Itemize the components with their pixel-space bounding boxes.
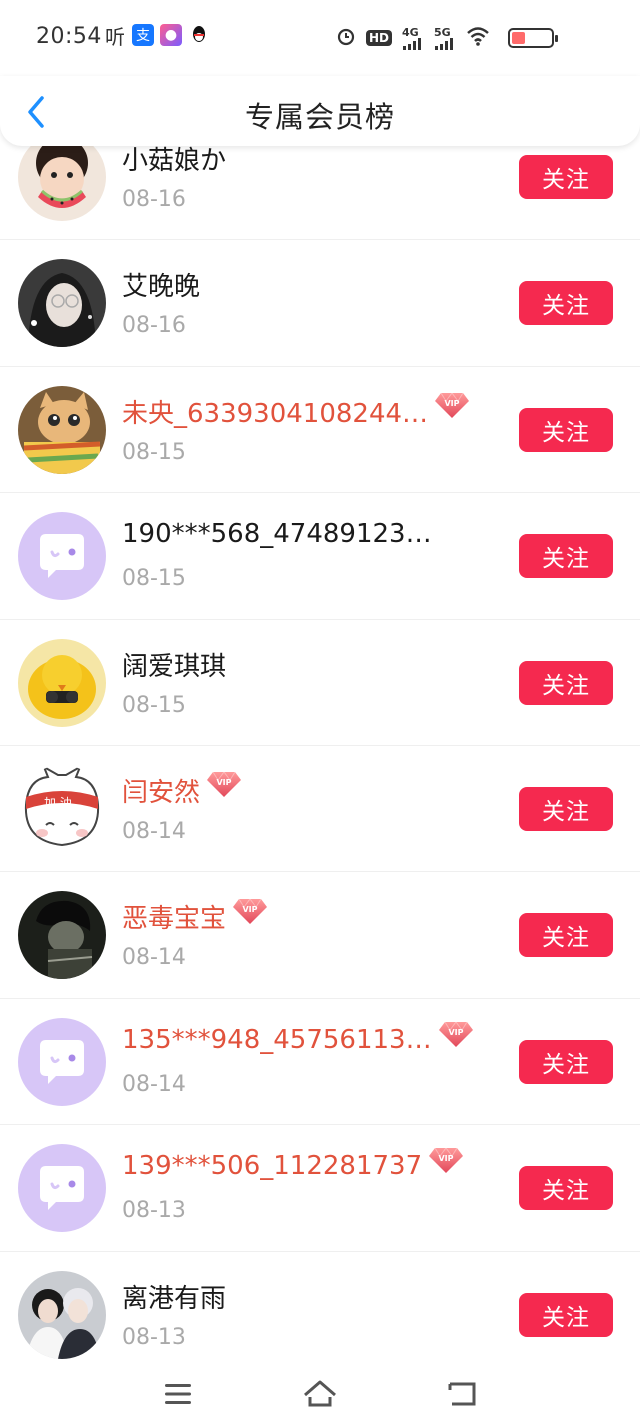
member-date: 08-16 [122, 313, 186, 339]
member-name: 离港有雨 [122, 1283, 227, 1314]
follow-button[interactable]: 关注 [519, 407, 613, 452]
avatar[interactable] [18, 133, 106, 221]
member-name-line: 艾晚晚 [122, 266, 200, 303]
battery-icon: 4 [508, 28, 558, 48]
member-date: 08-15 [122, 692, 186, 718]
member-list: 小菇娘か 08-16 关注 艾晚晚 08-16 关注 未央_6339304108244… VI… [0, 114, 640, 1378]
4g-label: 4G [402, 25, 419, 39]
member-name-line: 190***568_47489123… [122, 519, 432, 549]
follow-button[interactable]: 关注 [519, 1166, 613, 1211]
follow-button[interactable]: 关注 [519, 913, 613, 958]
member-date: 08-13 [122, 1324, 186, 1350]
5g-label: 5G [434, 25, 451, 39]
avatar[interactable] [18, 385, 106, 474]
svg-text:VIP: VIP [217, 778, 232, 787]
follow-button[interactable]: 关注 [519, 155, 613, 199]
member-row[interactable]: 恶毒宝宝 VIP 08-14 关注 [0, 872, 640, 999]
member-date: 08-14 [122, 945, 186, 971]
member-name-line: 135***948_45756113… VIP [122, 1020, 474, 1055]
member-name: 艾晚晚 [122, 272, 201, 303]
vip-diamond-icon: VIP [206, 770, 242, 798]
member-name-line: 离港有雨 [122, 1278, 226, 1315]
member-row[interactable]: 加 油 闫安然 VIP 08-14 关注 [0, 746, 640, 873]
member-name: 未央_6339304108244… [122, 398, 429, 429]
member-name-line: 恶毒宝宝 VIP [122, 898, 268, 935]
follow-button[interactable]: 关注 [519, 786, 613, 831]
back-icon[interactable] [442, 1374, 482, 1414]
member-name: 恶毒宝宝 [122, 904, 227, 935]
follow-button[interactable]: 关注 [519, 1039, 613, 1084]
svg-text:VIP: VIP [439, 1154, 454, 1163]
follow-button[interactable]: 关注 [519, 534, 613, 579]
member-name-line: 未央_6339304108244… VIP [122, 391, 470, 430]
vip-diamond-icon: VIP [428, 1146, 464, 1174]
alarm-icon [336, 26, 356, 50]
avatar[interactable] [18, 1017, 106, 1106]
status-time: 20:54 [36, 24, 102, 49]
4g-signal-icon: 4G [402, 27, 424, 50]
5g-signal-icon: 5G [434, 27, 456, 50]
page-header: 专属会员榜 [0, 76, 640, 146]
member-row[interactable]: 阔爱琪琪 08-15 关注 [0, 620, 640, 746]
member-date: 08-14 [122, 818, 186, 844]
system-navbar [0, 1360, 640, 1428]
member-date: 08-15 [122, 566, 186, 592]
follow-button[interactable]: 关注 [519, 660, 613, 705]
member-row[interactable]: 190***568_47489123… 08-15 关注 [0, 493, 640, 620]
home-icon[interactable] [300, 1374, 340, 1414]
svg-text:VIP: VIP [448, 1028, 463, 1037]
vip-diamond-icon: VIP [232, 897, 268, 925]
avatar[interactable] [18, 259, 106, 348]
status-left-icons: 听 支 ● [104, 24, 210, 49]
member-name: 190***568_47489123… [122, 519, 432, 550]
member-name: 139***506_112281737 [122, 1151, 423, 1182]
avatar[interactable] [18, 512, 106, 601]
member-date: 08-13 [122, 1198, 186, 1224]
alipay-icon: 支 [132, 24, 154, 46]
ting-icon: 听 [105, 24, 125, 49]
avatar[interactable] [18, 891, 106, 980]
member-row[interactable]: 离港有雨 08-13 关注 [0, 1252, 640, 1378]
app-icon: ● [160, 24, 182, 46]
follow-button[interactable]: 关注 [519, 281, 613, 326]
page-title: 专属会员榜 [244, 100, 395, 134]
svg-text:VIP: VIP [445, 399, 460, 408]
vip-diamond-icon: VIP [438, 1020, 474, 1048]
member-name-line: 闫安然 VIP [122, 770, 242, 809]
member-name-line: 阔爱琪琪 [122, 646, 226, 683]
avatar[interactable] [18, 1270, 106, 1359]
avatar[interactable] [18, 1144, 106, 1233]
member-row[interactable]: 未央_6339304108244… VIP 08-15 关注 [0, 367, 640, 494]
member-row[interactable]: 139***506_112281737 VIP 08-13 关注 [0, 1125, 640, 1252]
menu-icon[interactable] [158, 1374, 198, 1414]
hd-icon: HD [365, 30, 392, 46]
wifi-icon [466, 26, 490, 50]
qq-icon [188, 24, 210, 46]
member-name: 阔爱琪琪 [122, 651, 227, 682]
svg-text:加 油: 加 油 [44, 796, 72, 810]
member-date: 08-15 [122, 439, 186, 465]
vip-diamond-icon: VIP [434, 391, 470, 419]
member-name-line: 139***506_112281737 VIP [122, 1147, 464, 1182]
member-date: 08-14 [122, 1071, 186, 1097]
svg-text:VIP: VIP [243, 905, 258, 914]
avatar[interactable]: 加 油 [18, 764, 106, 853]
status-right-icons: HD 4G 5G [336, 26, 490, 50]
member-date: 08-16 [122, 187, 186, 212]
member-name: 闫安然 [122, 777, 201, 808]
member-name: 135***948_45756113… [122, 1024, 432, 1055]
member-row[interactable]: 艾晚晚 08-16 关注 [0, 240, 640, 367]
battery-text: 4 [527, 31, 535, 45]
avatar[interactable] [18, 638, 106, 727]
follow-button[interactable]: 关注 [519, 1292, 613, 1337]
member-row[interactable]: 135***948_45756113… VIP 08-14 关注 [0, 999, 640, 1126]
status-bar: 20:54 听 支 ● HD 4G 5G 4 [0, 0, 640, 76]
